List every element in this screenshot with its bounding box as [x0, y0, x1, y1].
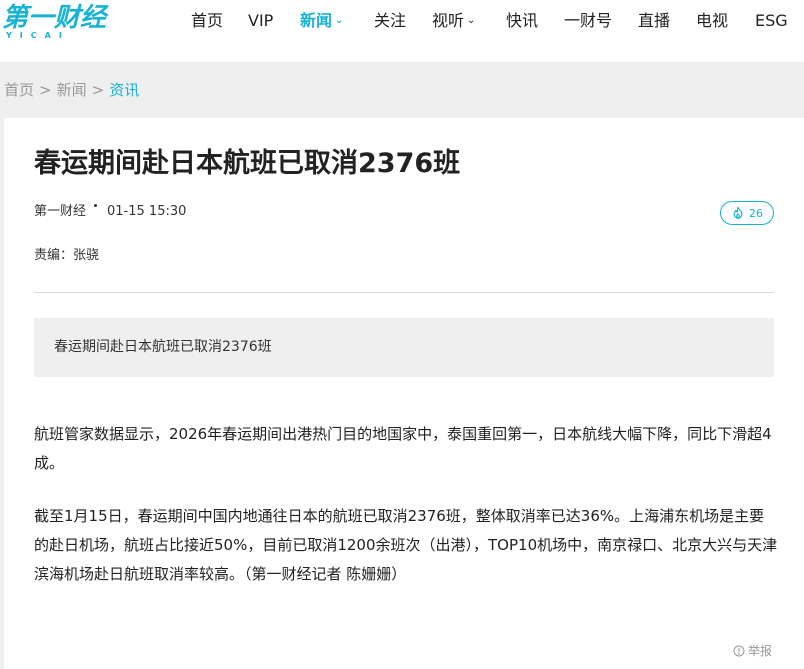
chevron-down-icon: ⌄: [335, 15, 344, 26]
article-time: 01-15 15:30: [107, 204, 187, 219]
article-meta: 第一财经 01-15 15:30: [34, 202, 186, 222]
hot-count: 26: [749, 206, 763, 220]
article-source[interactable]: 第一财经: [34, 204, 86, 219]
nav-item-home[interactable]: 首页: [191, 10, 223, 32]
site-header: 第一财经 YICAI 首页 VIP 新闻 ⌄ 关注 视听 ⌄ 快讯 一财号 直播 电…: [0, 0, 804, 62]
article-editor: 责编：张骁: [34, 248, 100, 263]
meta-dot: [94, 204, 98, 207]
nav-item-flash[interactable]: 快讯: [506, 10, 538, 32]
divider: [34, 292, 774, 293]
flame-icon: [733, 206, 743, 219]
breadcrumb-news[interactable]: 新闻: [57, 81, 87, 99]
report-label: 举报: [748, 644, 773, 658]
nav-item-live[interactable]: 直播: [638, 10, 670, 32]
nav-item-follow[interactable]: 关注: [374, 10, 406, 32]
nav-item-news[interactable]: 新闻 ⌄: [300, 10, 343, 32]
article-paragraph: 航班管家数据显示，2026年春运期间出港热门目的地国家中，泰国重回第一，日本航线…: [34, 425, 772, 472]
report-button[interactable]: 举报: [733, 642, 772, 659]
article-paragraph: 截至1月15日，春运期间中国内地通往日本的航班已取消2376班，整体取消率已达3…: [34, 507, 778, 583]
info-circle-icon: [733, 645, 745, 656]
nav-item-yicaihao[interactable]: 一财号: [564, 10, 612, 32]
nav-item-vip[interactable]: VIP: [248, 10, 273, 32]
breadcrumb-home[interactable]: 首页: [4, 81, 34, 99]
hot-count-badge[interactable]: 26: [720, 201, 774, 225]
article-summary: 春运期间赴日本航班已取消2376班: [34, 318, 774, 377]
article-title: 春运期间赴日本航班已取消2376班: [34, 148, 461, 179]
article-card: 春运期间赴日本航班已取消2376班 第一财经 01-15 15:30 26 责编：…: [4, 118, 804, 669]
nav-item-video[interactable]: 视听 ⌄: [432, 10, 475, 32]
nav-item-esg[interactable]: ESG: [755, 10, 788, 32]
breadcrumb-separator: >: [39, 81, 52, 99]
breadcrumb-separator: >: [91, 81, 105, 99]
main-nav: 首页 VIP 新闻 ⌄ 关注 视听 ⌄ 快讯 一财号 直播 电视 ESG: [0, 0, 804, 44]
breadcrumb: 首页 > 新闻 > 资讯: [4, 79, 139, 101]
breadcrumb-current[interactable]: 资讯: [109, 81, 139, 99]
chevron-down-icon: ⌄: [467, 15, 476, 26]
nav-item-tv[interactable]: 电视: [696, 10, 728, 32]
